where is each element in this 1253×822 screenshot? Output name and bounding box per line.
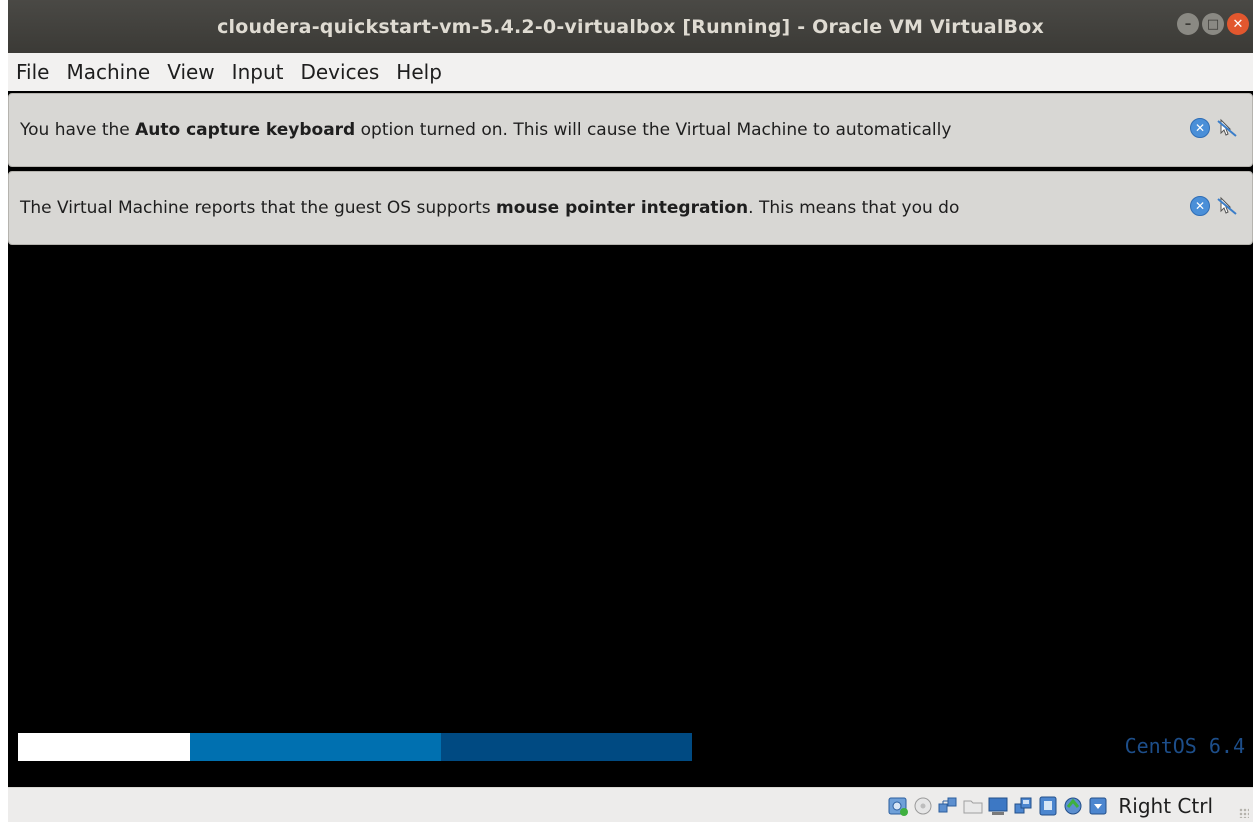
virtualbox-window: cloudera-quickstart-vm-5.4.2-0-virtualbo… bbox=[0, 0, 1253, 822]
status-bar: Right Ctrl bbox=[8, 787, 1253, 822]
notice-text: The Virtual Machine reports that the gue… bbox=[20, 198, 960, 218]
keyboard-capture-icon[interactable] bbox=[1087, 795, 1109, 817]
window-title: cloudera-quickstart-vm-5.4.2-0-virtualbo… bbox=[217, 15, 1044, 38]
progress-segment-dark-blue bbox=[441, 733, 692, 761]
maximize-icon[interactable]: □ bbox=[1202, 13, 1224, 35]
notice-text: You have the Auto capture keyboard optio… bbox=[20, 120, 952, 140]
menu-bar: File Machine View Input Devices Help bbox=[8, 53, 1253, 91]
menu-devices[interactable]: Devices bbox=[300, 60, 379, 84]
close-notice-icon[interactable]: ✕ bbox=[1190, 118, 1210, 138]
notice-actions: ✕ bbox=[1190, 118, 1238, 138]
host-key-label[interactable]: Right Ctrl bbox=[1118, 794, 1213, 818]
notice-actions: ✕ bbox=[1190, 196, 1238, 216]
menu-input[interactable]: Input bbox=[232, 60, 284, 84]
boot-progress-bar bbox=[18, 733, 692, 761]
menu-machine[interactable]: Machine bbox=[66, 60, 150, 84]
close-notice-icon[interactable]: ✕ bbox=[1190, 196, 1210, 216]
progress-segment-white bbox=[18, 733, 190, 761]
notice-mouse-integration: The Virtual Machine reports that the gue… bbox=[8, 171, 1253, 245]
display-icon[interactable] bbox=[987, 795, 1009, 817]
device-indicators: Right Ctrl bbox=[887, 794, 1213, 818]
hard-disk-icon[interactable] bbox=[887, 795, 909, 817]
window-controls: – □ ✕ bbox=[1177, 13, 1249, 35]
video-capture-icon[interactable] bbox=[1037, 795, 1059, 817]
do-not-show-again-icon[interactable] bbox=[1216, 118, 1238, 138]
usb-icon[interactable] bbox=[1012, 795, 1034, 817]
os-label: CentOS 6.4 bbox=[1124, 734, 1245, 758]
notice-auto-capture: You have the Auto capture keyboard optio… bbox=[8, 93, 1253, 167]
network-icon[interactable] bbox=[937, 795, 959, 817]
mouse-integration-icon[interactable] bbox=[1062, 795, 1084, 817]
shared-folders-icon[interactable] bbox=[962, 795, 984, 817]
progress-segment-blue bbox=[190, 733, 441, 761]
menu-file[interactable]: File bbox=[16, 60, 49, 84]
menu-view[interactable]: View bbox=[167, 60, 214, 84]
title-bar[interactable]: cloudera-quickstart-vm-5.4.2-0-virtualbo… bbox=[8, 0, 1253, 53]
close-icon[interactable]: ✕ bbox=[1227, 13, 1249, 35]
minimize-icon[interactable]: – bbox=[1177, 13, 1199, 35]
optical-drive-icon[interactable] bbox=[912, 795, 934, 817]
guest-display[interactable]: You have the Auto capture keyboard optio… bbox=[8, 91, 1253, 787]
menu-help[interactable]: Help bbox=[396, 60, 442, 84]
do-not-show-again-icon[interactable] bbox=[1216, 196, 1238, 216]
resize-grip-icon[interactable] bbox=[1239, 808, 1249, 818]
